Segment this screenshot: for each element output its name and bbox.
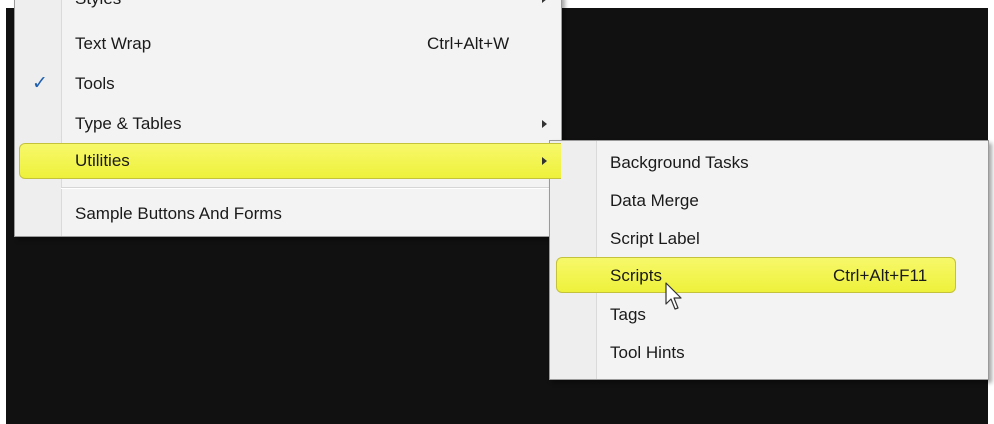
menu-item-text-wrap[interactable]: Text Wrap Ctrl+Alt+W xyxy=(15,28,561,60)
menu-item-sample-buttons-forms[interactable]: Sample Buttons And Forms xyxy=(15,198,561,230)
submenu-arrow-icon xyxy=(542,120,547,128)
submenu-arrow-icon xyxy=(542,157,547,165)
submenu-item-background-tasks[interactable]: Background Tasks xyxy=(550,147,988,179)
menu-item-styles[interactable]: Styles xyxy=(15,0,561,15)
menu-item-label: Tools xyxy=(75,74,115,93)
submenu-item-data-merge[interactable]: Data Merge xyxy=(550,185,988,217)
submenu-arrow-icon xyxy=(542,0,547,3)
menu-item-shortcut: Ctrl+Alt+F11 xyxy=(833,266,928,285)
menu-separator xyxy=(61,187,557,189)
menu-item-label: Tags xyxy=(610,305,646,324)
window-menu: Styles Text Wrap Ctrl+Alt+W ✓ Tools Type… xyxy=(14,0,562,237)
menu-item-shortcut: Ctrl+Alt+W xyxy=(427,34,510,53)
mouse-pointer-icon xyxy=(665,282,682,310)
menu-item-tools[interactable]: ✓ Tools xyxy=(15,68,561,100)
menu-item-label: Script Label xyxy=(610,229,700,248)
menu-item-label: Text Wrap xyxy=(75,34,152,53)
menu-item-label: Background Tasks xyxy=(610,153,749,172)
menu-item-label: Tool Hints xyxy=(610,343,685,362)
submenu-item-script-label[interactable]: Script Label xyxy=(550,223,988,255)
menu-item-label: Utilities xyxy=(75,151,130,170)
menu-item-label: Sample Buttons And Forms xyxy=(75,204,282,223)
menu-item-label: Data Merge xyxy=(610,191,699,210)
submenu-item-tool-hints[interactable]: Tool Hints xyxy=(550,337,988,369)
checkmark-icon: ✓ xyxy=(32,73,48,94)
menu-item-label: Type & Tables xyxy=(75,114,182,133)
menu-item-label: Scripts xyxy=(610,266,662,285)
utilities-submenu: Background Tasks Data Merge Script Label… xyxy=(549,140,989,380)
menu-item-label: Styles xyxy=(75,0,121,9)
submenu-item-tags[interactable]: Tags xyxy=(550,299,988,331)
menu-item-type-tables[interactable]: Type & Tables xyxy=(15,108,561,140)
